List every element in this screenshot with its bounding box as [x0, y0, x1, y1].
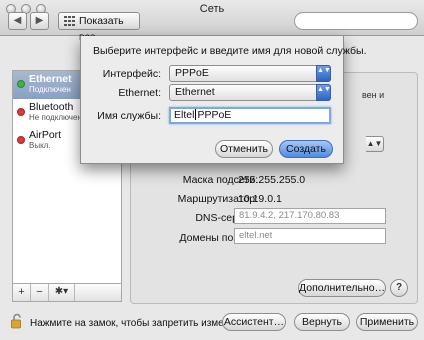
revert-button[interactable]: Вернуть: [294, 313, 350, 331]
apply-button[interactable]: Применить: [356, 313, 418, 331]
status-dot-icon: [17, 108, 25, 116]
show-all-button[interactable]: Показать все: [58, 12, 140, 43]
popup-arrows-icon: ▲▼: [316, 65, 331, 82]
popup-arrows-icon: ▲▼: [316, 84, 331, 101]
lock-icon[interactable]: [10, 313, 24, 329]
help-button[interactable]: ?: [390, 279, 408, 297]
status-dot-icon: [17, 80, 25, 88]
status-description-text: вен и: [362, 90, 385, 100]
interface-popup[interactable]: PPPoE ▲▼: [169, 65, 331, 82]
gear-icon[interactable]: ✱▾: [49, 284, 75, 301]
search-domains-field[interactable]: eltel.net: [234, 228, 386, 244]
ethernet-popup[interactable]: Ethernet ▲▼: [169, 84, 331, 101]
new-service-sheet: Выберите интерфейс и введите имя для нов…: [80, 36, 366, 164]
service-name-text-before: Eltel: [174, 109, 195, 121]
sheet-message: Выберите интерфейс и введите имя для нов…: [93, 45, 367, 57]
forward-arrow-icon: ▶: [35, 15, 44, 26]
search-field[interactable]: [294, 12, 418, 30]
back-button[interactable]: ◀: [8, 12, 27, 30]
create-button[interactable]: Создать: [279, 140, 333, 158]
ethernet-value: Ethernet: [175, 86, 215, 98]
assistant-button[interactable]: Ассистент…: [222, 313, 286, 331]
subnet-mask-value: 255.255.255.0: [238, 174, 306, 186]
service-list-toolbar: + − ✱▾: [12, 284, 122, 302]
network-preferences-window: Сеть ◀ ▶ Показать все Ethernet Подключен…: [0, 0, 424, 340]
service-name-label: Имя службы:: [97, 110, 161, 122]
dns-server-field[interactable]: 81.9.4.2, 217.170.80.83: [234, 208, 386, 224]
cancel-button[interactable]: Отменить: [215, 140, 273, 158]
advanced-button[interactable]: Дополнительно…: [298, 279, 386, 297]
add-service-button[interactable]: +: [13, 284, 31, 301]
lock-message: Нажмите на замок, чтобы запретить измене…: [30, 318, 255, 329]
remove-service-button[interactable]: −: [31, 284, 49, 301]
interface-value: PPPoE: [175, 67, 209, 79]
interface-label: Интерфейс:: [102, 68, 161, 80]
grid-icon: [64, 16, 75, 26]
back-arrow-icon: ◀: [13, 15, 22, 26]
router-value: 10.19.0.1: [238, 193, 282, 205]
forward-button[interactable]: ▶: [30, 12, 49, 30]
status-dot-icon: [17, 136, 25, 144]
service-name-input[interactable]: Eltel PPPoE: [169, 107, 331, 124]
title-bar: Сеть ◀ ▶ Показать все: [0, 0, 424, 43]
ethernet-label: Ethernet:: [118, 87, 161, 99]
configure-popup-arrows[interactable]: ▲▼: [366, 136, 384, 152]
service-name-text-after: PPPoE: [197, 109, 232, 121]
